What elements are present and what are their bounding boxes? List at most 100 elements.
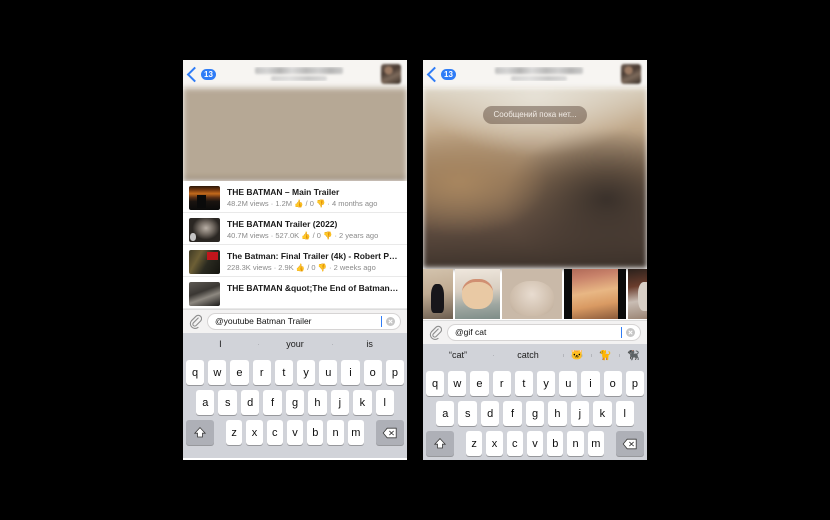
keyboard-row-2: a s d f g h j k l [423, 401, 647, 426]
key-d[interactable]: d [240, 390, 260, 415]
gif-black-cat[interactable] [423, 269, 453, 319]
table-row[interactable]: THE BATMAN – Main Trailer 48.2M views · … [183, 181, 407, 213]
key-i[interactable]: i [581, 371, 600, 396]
search-input[interactable]: @gif cat [447, 324, 641, 341]
unread-badge-right: 13 [441, 68, 456, 80]
key-x[interactable]: x [246, 420, 263, 445]
table-row[interactable]: THE BATMAN &quot;The End of Batman&q... [183, 277, 407, 309]
chat-subtitle-redacted [510, 76, 567, 81]
key-q[interactable]: q [185, 360, 205, 385]
keyboard-footer [183, 445, 407, 453]
key-n[interactable]: n [327, 420, 344, 445]
key-f[interactable]: f [263, 390, 282, 415]
key-w[interactable]: w [208, 360, 227, 385]
video-thumbnail [189, 186, 220, 210]
message-input-bar-left: @youtube Batman Trailer [183, 309, 407, 333]
key-a[interactable]: a [436, 401, 455, 426]
key-l[interactable]: l [615, 401, 634, 426]
keyboard-row-3: z x c v b n m [423, 431, 647, 456]
key-e[interactable]: e [230, 360, 249, 385]
back-button-right[interactable]: 13 [426, 66, 456, 82]
key-o[interactable]: o [603, 371, 622, 396]
suggestion-item[interactable]: is [332, 340, 407, 349]
backspace-icon[interactable] [615, 431, 644, 456]
key-c[interactable]: c [266, 420, 283, 445]
key-k[interactable]: k [353, 390, 372, 415]
key-u[interactable]: u [319, 360, 338, 385]
key-z[interactable]: z [226, 420, 243, 445]
key-k[interactable]: k [593, 401, 612, 426]
key-g[interactable]: g [525, 401, 545, 426]
key-c[interactable]: c [506, 431, 523, 456]
key-p[interactable]: p [385, 360, 405, 385]
search-input[interactable]: @youtube Batman Trailer [207, 313, 401, 330]
key-r[interactable]: r [252, 360, 271, 385]
key-e[interactable]: e [470, 371, 489, 396]
key-a[interactable]: a [196, 390, 215, 415]
key-h[interactable]: h [548, 401, 567, 426]
key-r[interactable]: r [492, 371, 511, 396]
avatar[interactable] [381, 64, 401, 84]
clear-icon[interactable] [626, 328, 635, 337]
key-x[interactable]: x [486, 431, 503, 456]
suggestion-item[interactable]: I [183, 340, 258, 349]
key-y[interactable]: y [537, 371, 556, 396]
key-i[interactable]: i [341, 360, 360, 385]
key-f[interactable]: f [503, 401, 522, 426]
video-title: THE BATMAN Trailer (2022) [227, 219, 338, 229]
key-o[interactable]: o [363, 360, 382, 385]
suggestion-item[interactable]: your [257, 340, 333, 349]
paperclip-icon[interactable] [429, 325, 442, 340]
key-w[interactable]: w [448, 371, 467, 396]
key-s[interactable]: s [458, 401, 477, 426]
suggestion-emoji-black-cat[interactable]: 🐈‍⬛ [619, 350, 647, 361]
chat-title-right[interactable] [456, 67, 621, 81]
key-v[interactable]: v [526, 431, 544, 456]
key-b[interactable]: b [547, 431, 564, 456]
key-j[interactable]: j [330, 390, 350, 415]
inline-results-list-left: THE BATMAN – Main Trailer 48.2M views · … [183, 181, 407, 309]
key-m[interactable]: m [347, 420, 364, 445]
key-z[interactable]: z [466, 431, 483, 456]
back-button-left[interactable]: 13 [186, 66, 216, 82]
gif-cat-plush[interactable] [455, 269, 500, 319]
gif-cat-chair[interactable] [628, 269, 647, 319]
table-row[interactable]: The Batman: Final Trailer (4k) - Robert … [183, 245, 407, 277]
clear-icon[interactable] [386, 317, 395, 326]
key-s[interactable]: s [218, 390, 237, 415]
key-h[interactable]: h [308, 390, 327, 415]
key-q[interactable]: q [425, 371, 445, 396]
table-row[interactable]: THE BATMAN Trailer (2022) 40.7M views · … [183, 213, 407, 245]
gif-cream-cat[interactable] [502, 269, 562, 319]
backspace-icon[interactable] [375, 420, 404, 445]
key-u[interactable]: u [559, 371, 578, 396]
key-v[interactable]: v [286, 420, 304, 445]
shift-icon[interactable] [426, 431, 455, 456]
paperclip-icon[interactable] [189, 314, 202, 329]
avatar[interactable] [621, 64, 641, 84]
key-l[interactable]: l [375, 390, 394, 415]
key-t[interactable]: t [274, 360, 293, 385]
video-meta: THE BATMAN &quot;The End of Batman&q... [227, 282, 401, 295]
key-b[interactable]: b [307, 420, 324, 445]
screenshot-canvas: 13 THE BATMAN – Main Trailer 48.2M views… [0, 0, 830, 520]
key-t[interactable]: t [514, 371, 533, 396]
suggestion-emoji-cat-face[interactable]: 🐱 [563, 350, 591, 361]
key-n[interactable]: n [567, 431, 584, 456]
key-y[interactable]: y [297, 360, 316, 385]
suggestion-item[interactable]: “cat” [423, 351, 493, 360]
gif-orange-cat[interactable] [564, 269, 626, 319]
suggestion-emoji-cat[interactable]: 🐈 [591, 350, 619, 361]
nav-bar-right: 13 [423, 60, 647, 88]
keyboard-footer [423, 456, 647, 460]
key-p[interactable]: p [625, 371, 645, 396]
key-m[interactable]: m [587, 431, 604, 456]
key-g[interactable]: g [285, 390, 305, 415]
unread-badge-left: 13 [201, 68, 216, 80]
suggestion-bar-left: I your is [183, 333, 407, 355]
key-j[interactable]: j [570, 401, 590, 426]
shift-icon[interactable] [186, 420, 215, 445]
chat-title-left[interactable] [216, 67, 381, 81]
key-d[interactable]: d [480, 401, 500, 426]
suggestion-item[interactable]: catch [493, 351, 563, 360]
